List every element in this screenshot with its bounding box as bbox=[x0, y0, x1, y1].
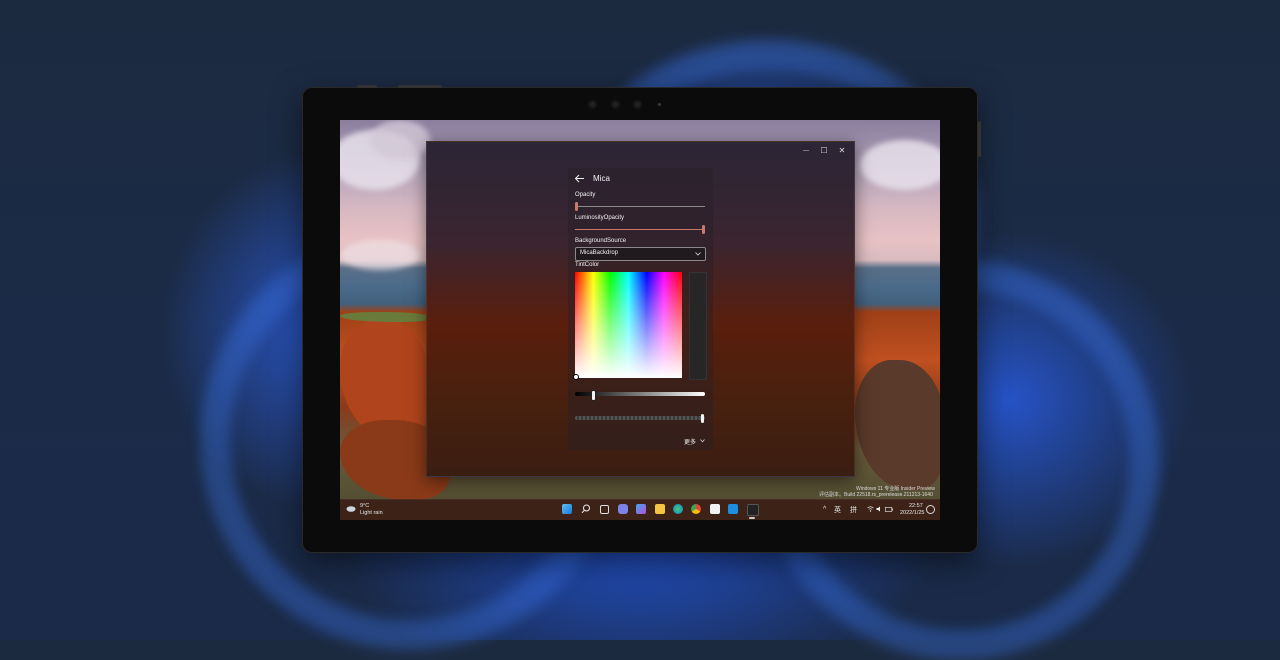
volume-button bbox=[398, 85, 442, 88]
color-value-slider[interactable] bbox=[575, 390, 705, 401]
clock-time[interactable]: 22:57 bbox=[909, 503, 923, 509]
background-source-label: BackgroundSource bbox=[575, 238, 627, 244]
opacity-label: Opacity bbox=[575, 192, 596, 198]
start-icon[interactable] bbox=[562, 504, 572, 514]
volume-icon[interactable] bbox=[876, 506, 883, 512]
weather-temp: 9°C bbox=[360, 503, 370, 509]
edge-icon[interactable] bbox=[673, 504, 683, 514]
chevron-down-icon bbox=[700, 439, 705, 443]
watermark-line2: 评估副本。Build 22518.rs_prerelease.211213-16… bbox=[819, 492, 933, 498]
back-arrow-icon[interactable] bbox=[574, 174, 585, 183]
wifi-icon[interactable] bbox=[867, 506, 874, 512]
alpha-checker-track bbox=[575, 416, 705, 420]
minimize-button[interactable]: — bbox=[797, 145, 815, 157]
opacity-slider[interactable] bbox=[575, 202, 705, 211]
color-spectrum[interactable] bbox=[573, 272, 682, 380]
luminosity-label: LuminosityOpacity bbox=[575, 215, 625, 221]
mail-icon[interactable] bbox=[728, 504, 738, 514]
power-button bbox=[357, 85, 377, 88]
background-source-combobox[interactable]: MicaBackdrop bbox=[575, 247, 706, 261]
widgets-icon[interactable] bbox=[636, 504, 646, 514]
opacity-slider-thumb[interactable] bbox=[575, 202, 578, 211]
wallpaper-rock bbox=[855, 360, 940, 490]
luminosity-slider-thumb[interactable] bbox=[702, 225, 705, 234]
slider-track bbox=[575, 229, 702, 230]
weather-icon bbox=[346, 506, 356, 512]
background-source-value: MicaBackdrop bbox=[580, 250, 619, 256]
close-button[interactable]: ✕ bbox=[833, 145, 851, 157]
store-icon[interactable] bbox=[710, 504, 720, 514]
weather-desc: Light rain bbox=[360, 510, 383, 516]
camera-lens bbox=[611, 100, 620, 109]
battery-icon[interactable] bbox=[885, 507, 893, 512]
settings-panel: Mica Opacity LuminosityOpacity Backgroun… bbox=[568, 168, 713, 450]
slider-track bbox=[575, 206, 705, 207]
luminosity-slider[interactable] bbox=[575, 225, 705, 234]
teams-chat-icon[interactable] bbox=[618, 504, 628, 514]
ime-language[interactable]: 英 bbox=[834, 505, 841, 515]
more-label: 更多 bbox=[684, 440, 697, 446]
weather-widget[interactable]: 9°C Light rain bbox=[346, 503, 386, 517]
spectrum-selector[interactable] bbox=[573, 374, 579, 380]
camera-lens bbox=[588, 100, 597, 109]
notification-icon[interactable] bbox=[926, 505, 935, 514]
tablet-device: Windows 11 专业版 Insider Preview 评估副本。Buil… bbox=[302, 85, 981, 553]
wallpaper-grass bbox=[340, 312, 430, 322]
wallpaper-cloud bbox=[340, 240, 420, 270]
tint-color-label: TintColor bbox=[575, 262, 600, 268]
desktop-screen: Windows 11 专业版 Insider Preview 评估副本。Buil… bbox=[340, 120, 940, 520]
active-app-indicator bbox=[749, 517, 755, 519]
alpha-slider-thumb[interactable] bbox=[701, 414, 704, 423]
mica-window[interactable]: — ☐ ✕ Mica Opacity LuminosityOpacity Bac… bbox=[426, 141, 855, 477]
task-view-icon[interactable] bbox=[600, 505, 609, 514]
ime-mode[interactable]: 拼 bbox=[850, 505, 857, 515]
app-icon[interactable] bbox=[747, 504, 759, 516]
wallpaper-cloud bbox=[860, 140, 940, 190]
side-port bbox=[978, 121, 981, 157]
more-button[interactable]: 更多 bbox=[684, 436, 710, 446]
camera-lens bbox=[633, 100, 642, 109]
color-preview bbox=[689, 272, 707, 380]
clock-date[interactable]: 2022/1/25 bbox=[900, 510, 924, 516]
value-slider-thumb[interactable] bbox=[591, 390, 596, 401]
tray-overflow-chevron[interactable]: ^ bbox=[823, 506, 826, 513]
file-explorer-icon[interactable] bbox=[655, 504, 665, 514]
maximize-button[interactable]: ☐ bbox=[815, 145, 833, 157]
alpha-slider[interactable] bbox=[575, 414, 705, 423]
taskbar: 9°C Light rain ^ 英 拼 22:57 2022/1/25 bbox=[340, 499, 940, 520]
chrome-icon[interactable] bbox=[691, 504, 701, 514]
wallpaper-cloud bbox=[370, 120, 430, 160]
ambient-sensor bbox=[658, 103, 661, 106]
page-title: Mica bbox=[593, 174, 610, 183]
search-icon[interactable] bbox=[581, 504, 591, 514]
chevron-down-icon bbox=[695, 252, 701, 256]
